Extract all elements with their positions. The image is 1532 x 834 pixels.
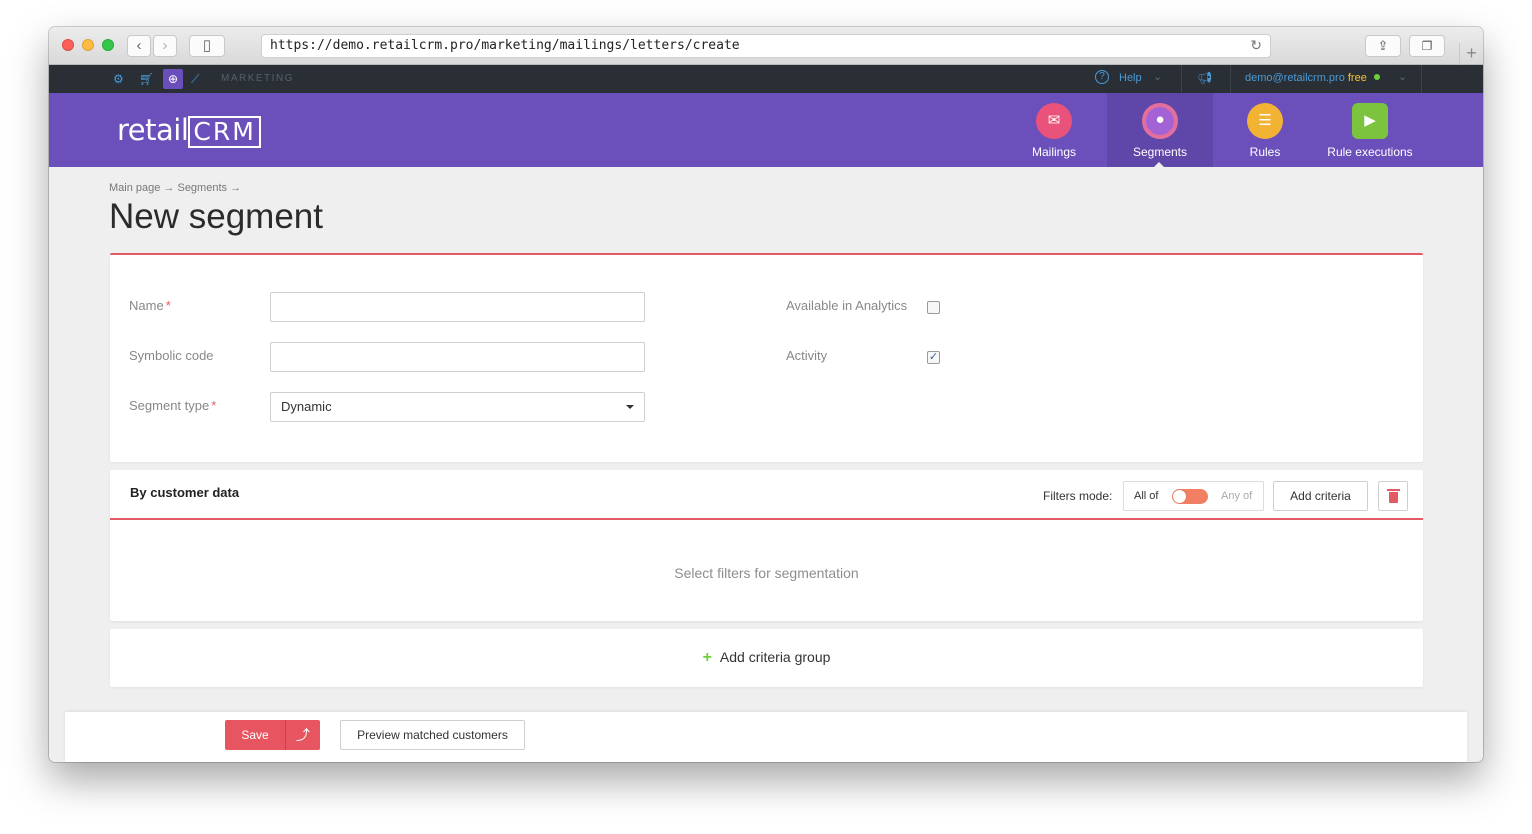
filters-mode-toggle[interactable] — [1172, 489, 1208, 504]
nav-segments[interactable]: ● Segments — [1107, 93, 1213, 167]
activity-checkbox[interactable]: ✓ — [927, 351, 940, 364]
filters-mode-switch[interactable]: All of Any of — [1123, 481, 1264, 511]
chevron-right-icon: › — [162, 37, 168, 54]
active-indicator — [1154, 162, 1164, 167]
logo-box-text: CRM — [188, 116, 261, 148]
address-bar[interactable]: https://demo.retailcrm.pro/marketing/mai… — [261, 34, 1271, 58]
analytics-chart-icon[interactable]: ⟋ — [191, 72, 199, 87]
criteria-empty-text: Select filters for segmentation — [674, 565, 859, 581]
help-link[interactable]: Help — [1119, 72, 1142, 84]
segments-icon: ● — [1142, 103, 1178, 139]
criteria-title: By customer data — [130, 485, 240, 500]
mode-all-of[interactable]: All of — [1134, 490, 1158, 502]
retailcrm-logo[interactable]: retail CRM — [117, 113, 261, 148]
filters-mode-label: Filters mode: — [1043, 489, 1113, 503]
available-in-analytics-label: Available in Analytics — [786, 298, 908, 313]
back-button[interactable]: ‹ — [127, 35, 151, 57]
add-criteria-group-button[interactable]: + Add criteria group — [110, 649, 1423, 667]
sidebar-toggle-button[interactable]: ▯ — [189, 35, 225, 57]
chevron-down-icon[interactable]: ⌄ — [1398, 70, 1407, 83]
chevron-left-icon: ‹ — [136, 37, 142, 54]
checkmark-icon: ✓ — [928, 351, 939, 363]
divider — [1181, 65, 1182, 93]
symbolic-code-label: Symbolic code — [129, 348, 214, 363]
close-window-button[interactable] — [62, 39, 74, 51]
divider — [1230, 65, 1231, 93]
share-icon: ⇪ — [1377, 38, 1389, 53]
cart-icon[interactable]: 🛒︎ — [139, 72, 154, 86]
tabs-icon: ❐ — [1421, 39, 1433, 53]
chevron-down-icon[interactable]: ⌄ — [1153, 70, 1162, 83]
url-text: https://demo.retailcrm.pro/marketing/mai… — [270, 38, 740, 53]
nav-label: Rules — [1249, 145, 1281, 159]
activity-label: Activity — [786, 348, 828, 363]
nav-label: Segments — [1132, 145, 1188, 159]
logo-text: retail — [117, 113, 189, 147]
help-question-icon[interactable]: ? — [1095, 70, 1109, 84]
nav-label: Mailings — [1031, 145, 1076, 159]
name-input[interactable] — [270, 292, 645, 322]
browser-toolbar: ‹ › ▯ https://demo.retailcrm.pro/marketi… — [49, 27, 1483, 65]
nav-rule-executions[interactable]: ▶ Rule executions — [1317, 93, 1423, 167]
name-label: Name * — [129, 298, 171, 313]
mode-any-of[interactable]: Any of — [1221, 490, 1252, 502]
marketing-target-icon[interactable]: ⊕ — [163, 69, 183, 89]
page-title: New segment — [109, 197, 323, 236]
save-and-exit-button[interactable]: ⤴ — [285, 720, 320, 750]
rules-icon: ☰ — [1247, 103, 1283, 139]
sidebar-icon: ▯ — [202, 37, 212, 54]
section-label: MARKETING — [221, 73, 294, 84]
criteria-card: By customer data Filters mode: All of An… — [110, 470, 1423, 621]
trash-icon — [1387, 489, 1400, 503]
arrow-up-icon: ⤴ — [296, 727, 310, 743]
online-status-dot — [1373, 74, 1380, 80]
toggle-knob — [1173, 490, 1186, 503]
segment-type-label: Segment type * — [129, 398, 217, 413]
show-tabs-button[interactable]: ❐ — [1409, 35, 1445, 57]
user-account-menu[interactable]: demo@retailcrm.pro free — [1245, 72, 1380, 84]
form-footer: Save ⤴ Preview matched customers — [65, 712, 1467, 762]
preview-matched-customers-button[interactable]: Preview matched customers — [340, 720, 525, 750]
rule-executions-icon: ▶ — [1352, 103, 1388, 139]
divider — [1421, 65, 1422, 93]
segment-type-select[interactable]: Dynamic — [270, 392, 645, 422]
symbolic-code-input[interactable] — [270, 342, 645, 372]
reload-icon[interactable]: ↻ — [1250, 35, 1262, 57]
zoom-window-button[interactable] — [102, 39, 114, 51]
plus-icon: + — [702, 649, 712, 666]
forward-button[interactable]: › — [153, 35, 177, 57]
caret-down-icon — [626, 405, 634, 409]
app-header: retail CRM ✉ Mailings ● Segments ☰ Rules … — [49, 93, 1483, 167]
available-in-analytics-checkbox[interactable] — [927, 301, 940, 314]
new-tab-button[interactable]: + — [1459, 43, 1483, 65]
segment-type-value: Dynamic — [281, 399, 332, 414]
settings-gear-icon[interactable]: ⚙ — [113, 72, 124, 86]
criteria-header: By customer data Filters mode: All of An… — [110, 470, 1423, 520]
add-criteria-group-label: Add criteria group — [719, 649, 831, 665]
plan-badge: free — [1347, 72, 1367, 84]
top-system-bar: ⚙ 🛒︎ ⊕ ⟋ MARKETING ? Help ⌄ 📢︎ demo@reta… — [49, 65, 1483, 93]
share-button[interactable]: ⇪ — [1365, 35, 1401, 57]
nav-rules[interactable]: ☰ Rules — [1213, 93, 1317, 167]
user-email: demo@retailcrm.pro — [1245, 72, 1345, 84]
nav-label: Rule executions — [1327, 145, 1413, 159]
add-criteria-group-card[interactable]: + Add criteria group — [110, 629, 1423, 687]
segment-form-card: Name * Symbolic code Segment type * Dynami… — [110, 253, 1423, 462]
plus-icon: + — [1466, 43, 1477, 63]
delete-group-button[interactable] — [1378, 481, 1408, 511]
minimize-window-button[interactable] — [82, 39, 94, 51]
nav-mailings[interactable]: ✉ Mailings — [1002, 93, 1106, 167]
mailings-icon: ✉ — [1036, 103, 1072, 139]
breadcrumb[interactable]: Main page → Segments → — [109, 182, 241, 194]
add-criteria-button[interactable]: Add criteria — [1273, 481, 1368, 511]
browser-window: ‹ › ▯ https://demo.retailcrm.pro/marketi… — [49, 27, 1483, 762]
save-button[interactable]: Save — [225, 720, 285, 750]
megaphone-icon[interactable]: 📢︎ — [1197, 71, 1212, 85]
